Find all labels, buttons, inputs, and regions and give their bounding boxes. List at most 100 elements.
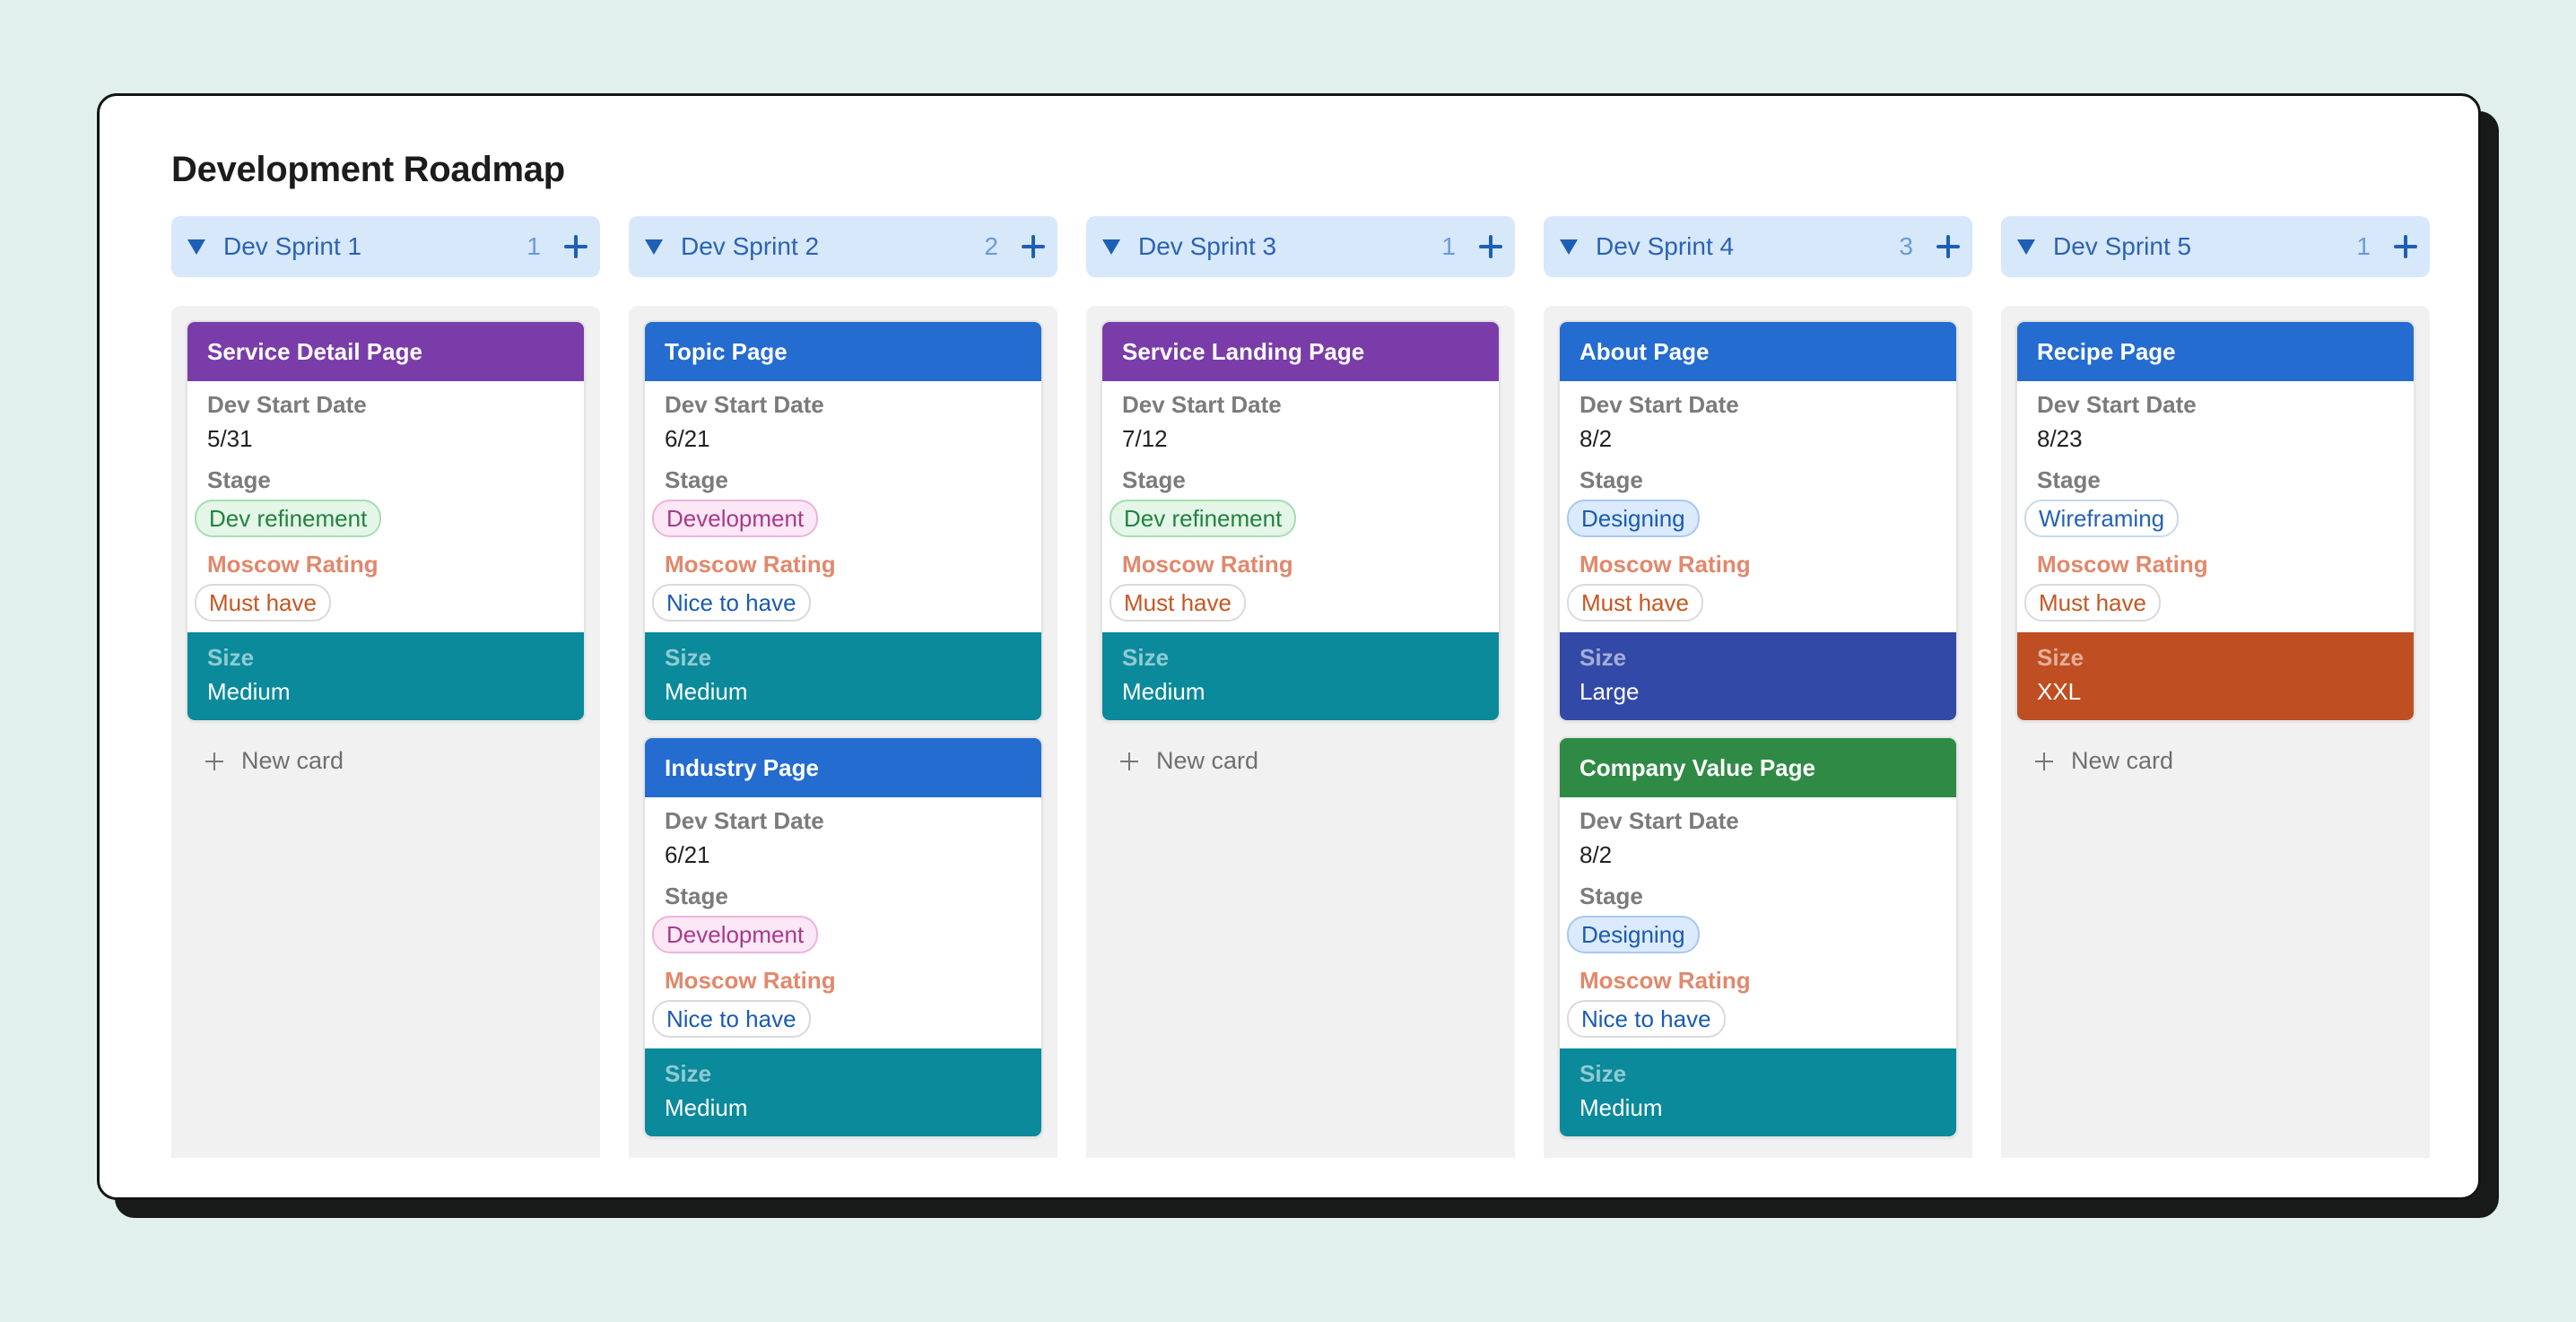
board-card[interactable]: Recipe Page Dev Start Date 8/23 Stage Wi… [2015, 320, 2415, 722]
board-card[interactable]: Topic Page Dev Start Date 6/21 Stage Dev… [643, 320, 1043, 722]
field-dev-start: Dev Start Date 6/21 [645, 797, 1041, 873]
card-title[interactable]: Company Value Page [1560, 738, 1956, 797]
collapse-caret-icon[interactable] [645, 239, 663, 255]
board-columns: Dev Sprint 1 1 Service Detail Page Dev S… [171, 216, 2430, 1158]
moscow-tag: Must have [1110, 584, 1246, 622]
plus-icon [2035, 752, 2053, 770]
stage-tag: Dev refinement [1110, 500, 1297, 537]
field-label-stage: Stage [665, 883, 728, 909]
field-label-size: Size [1580, 644, 1627, 671]
field-label-size: Size [207, 644, 255, 671]
column-body: Service Landing Page Dev Start Date 7/12… [1086, 306, 1515, 1158]
field-label-dev-start: Dev Start Date [665, 391, 824, 418]
field-dev-start: Dev Start Date 7/12 [1102, 381, 1499, 457]
stage-tag: Wireframing [2024, 500, 2180, 537]
new-card-button[interactable]: New card [2015, 736, 2415, 786]
new-card-button[interactable]: New card [186, 736, 586, 786]
stage-tag: Designing [1567, 500, 1700, 537]
field-moscow: Moscow Rating Nice to have [645, 957, 1041, 1041]
column-card-count: 3 [1899, 232, 1913, 260]
add-card-plus-icon[interactable] [564, 235, 587, 258]
card-title[interactable]: Service Landing Page [1102, 322, 1499, 381]
stage-tag: Development [652, 500, 819, 537]
moscow-tag: Must have [195, 584, 331, 622]
field-stage: Stage Wireframing [2017, 457, 2414, 541]
moscow-tag: Must have [1567, 584, 1703, 622]
field-label-stage: Stage [1580, 883, 1643, 909]
field-moscow: Moscow Rating Must have [1560, 541, 1956, 625]
card-title[interactable]: Industry Page [645, 738, 1041, 797]
field-label-stage: Stage [1122, 466, 1186, 493]
add-card-plus-icon[interactable] [1022, 235, 1045, 258]
card-title[interactable]: Recipe Page [2017, 322, 2414, 381]
field-stage: Stage Development [645, 457, 1041, 541]
add-card-plus-icon[interactable] [2394, 235, 2417, 258]
column-card-count: 1 [1441, 232, 1456, 260]
column-header[interactable]: Dev Sprint 5 1 [2001, 216, 2430, 277]
field-label-stage: Stage [665, 466, 728, 493]
dev-start-value: 8/2 [1580, 841, 1613, 868]
field-moscow: Moscow Rating Nice to have [1560, 957, 1956, 1041]
collapse-caret-icon[interactable] [187, 239, 205, 255]
field-label-moscow: Moscow Rating [1580, 551, 1751, 578]
add-card-plus-icon[interactable] [1479, 235, 1502, 258]
collapse-caret-icon[interactable] [1102, 239, 1120, 255]
field-label-dev-start: Dev Start Date [665, 807, 824, 834]
size-value: Medium [1580, 1094, 1663, 1121]
field-size: Size Medium [1102, 632, 1499, 720]
dev-start-value: 6/21 [665, 841, 710, 868]
board-card[interactable]: Service Detail Page Dev Start Date 5/31 … [186, 320, 586, 722]
column-header[interactable]: Dev Sprint 1 1 [171, 216, 600, 277]
field-stage: Stage Designing [1560, 873, 1956, 957]
stage-tag: Designing [1567, 916, 1700, 953]
field-size: Size Medium [187, 632, 584, 720]
column-sprint-2: Dev Sprint 2 2 Topic Page Dev Start Date… [629, 216, 1057, 1158]
add-card-plus-icon[interactable] [1936, 235, 1960, 258]
field-label-size: Size [665, 644, 712, 671]
column-card-count: 1 [527, 232, 541, 260]
board-card[interactable]: Service Landing Page Dev Start Date 7/12… [1101, 320, 1501, 722]
field-size: Size Large [1560, 632, 1956, 720]
dev-start-value: 5/31 [207, 425, 253, 452]
column-body: Service Detail Page Dev Start Date 5/31 … [171, 306, 600, 1158]
field-moscow: Moscow Rating Must have [187, 541, 584, 625]
dev-start-value: 8/23 [2037, 425, 2083, 452]
field-stage: Stage Dev refinement [1102, 457, 1499, 541]
stage-tag: Dev refinement [195, 500, 382, 537]
column-name: Dev Sprint 5 [2053, 232, 2192, 260]
moscow-tag: Nice to have [652, 1000, 811, 1038]
field-dev-start: Dev Start Date 8/2 [1560, 797, 1956, 873]
size-value: XXL [2037, 678, 2082, 705]
field-stage: Stage Designing [1560, 457, 1956, 541]
new-card-label: New card [1156, 747, 1259, 774]
column-header[interactable]: Dev Sprint 3 1 [1086, 216, 1515, 277]
field-dev-start: Dev Start Date 8/2 [1560, 381, 1956, 457]
column-sprint-4: Dev Sprint 4 3 About Page Dev Start Date… [1544, 216, 1972, 1158]
card-title[interactable]: Topic Page [645, 322, 1041, 381]
card-title[interactable]: Service Detail Page [187, 322, 584, 381]
board-card[interactable]: About Page Dev Start Date 8/2 Stage Desi… [1558, 320, 1958, 722]
stage-tag: Development [652, 916, 819, 953]
card-title[interactable]: About Page [1560, 322, 1956, 381]
new-card-label: New card [2071, 747, 2174, 774]
moscow-tag: Nice to have [652, 584, 811, 622]
collapse-caret-icon[interactable] [1560, 239, 1578, 255]
new-card-label: New card [241, 747, 344, 774]
field-label-stage: Stage [207, 466, 271, 493]
field-label-moscow: Moscow Rating [1580, 967, 1751, 994]
column-name: Dev Sprint 1 [223, 232, 362, 260]
field-label-moscow: Moscow Rating [665, 551, 836, 578]
board-card[interactable]: Company Value Page Dev Start Date 8/2 St… [1558, 736, 1958, 1138]
collapse-caret-icon[interactable] [2017, 239, 2035, 255]
new-card-button[interactable]: New card [1101, 736, 1501, 786]
column-sprint-3: Dev Sprint 3 1 Service Landing Page Dev … [1086, 216, 1515, 1158]
column-sprint-5: Dev Sprint 5 1 Recipe Page Dev Start Dat… [2001, 216, 2430, 1158]
board-card[interactable]: Industry Page Dev Start Date 6/21 Stage … [643, 736, 1043, 1138]
field-label-dev-start: Dev Start Date [1580, 807, 1739, 834]
field-label-dev-start: Dev Start Date [207, 391, 367, 418]
column-header[interactable]: Dev Sprint 2 2 [629, 216, 1057, 277]
column-name: Dev Sprint 2 [681, 232, 820, 260]
column-card-count: 1 [2356, 232, 2371, 260]
column-header[interactable]: Dev Sprint 4 3 [1544, 216, 1972, 277]
column-card-count: 2 [984, 232, 998, 260]
